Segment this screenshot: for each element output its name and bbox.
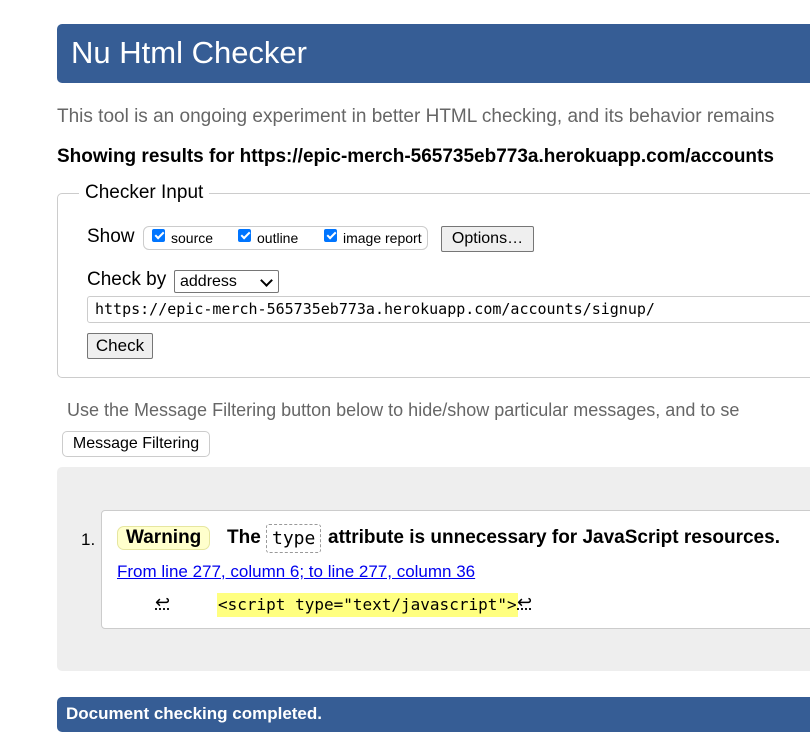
extract-code: <script type="text/javascript"> xyxy=(217,593,518,617)
location-link[interactable]: From line 277, column 6; to line 277, co… xyxy=(117,562,475,582)
checker-input-fieldset xyxy=(57,193,810,378)
check-by-value: address xyxy=(180,273,237,290)
checker-input-legend: Checker Input xyxy=(79,181,210,205)
show-label: Show xyxy=(87,226,135,247)
source-label[interactable]: source xyxy=(171,230,213,246)
check-button[interactable]: Check xyxy=(87,333,153,359)
chevron-down-icon xyxy=(260,274,273,287)
page-title: Nu Html Checker xyxy=(71,35,307,70)
outline-checkbox[interactable] xyxy=(238,229,251,242)
outline-label[interactable]: outline xyxy=(257,230,298,246)
image-report-checkbox[interactable] xyxy=(324,229,337,242)
showing-results-text: Showing results for https://epic-merch-5… xyxy=(57,146,774,167)
status-bar: Document checking completed. xyxy=(57,697,810,732)
image-report-label[interactable]: image report xyxy=(343,230,422,246)
message-text: attribute is unnecessary for JavaScript … xyxy=(328,527,780,548)
status-text: Document checking completed. xyxy=(66,704,322,723)
result-number: 1. xyxy=(81,530,96,549)
warning-badge: Warning xyxy=(117,526,211,550)
filter-note-text: Use the Message Filtering button below t… xyxy=(67,400,740,420)
intro-text: This tool is an ongoing experiment in be… xyxy=(57,106,775,127)
message-prefix: The xyxy=(227,527,261,548)
message-code: type xyxy=(266,524,322,553)
check-by-label: Check by xyxy=(87,269,167,290)
return-icon: ↩ xyxy=(155,592,171,612)
source-checkbox[interactable] xyxy=(152,229,165,242)
message-filtering-button[interactable]: Message Filtering xyxy=(62,431,210,457)
url-input[interactable]: https://epic-merch-565735eb773a.herokuap… xyxy=(87,296,810,323)
check-by-select[interactable]: address xyxy=(174,270,279,293)
header-bar: Nu Html Checker xyxy=(57,24,810,83)
return-icon-after: ↩ xyxy=(517,592,533,612)
options-button[interactable]: Options… xyxy=(441,226,534,252)
